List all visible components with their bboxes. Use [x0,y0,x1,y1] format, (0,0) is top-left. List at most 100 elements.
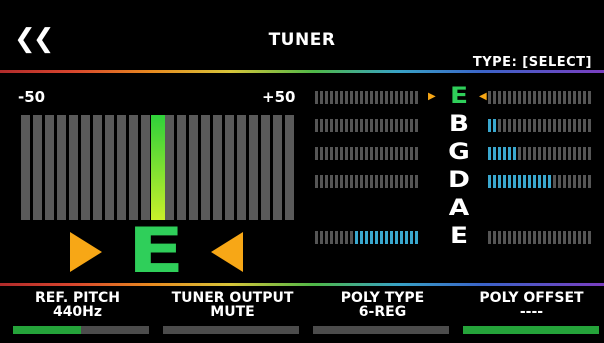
meter-segment [261,115,270,220]
string-level-bar [538,175,541,188]
string-level-bar [513,147,516,160]
string-bar [578,91,581,104]
meter-segment [285,115,294,220]
string-bar [390,175,393,188]
string-level-bar [390,231,393,244]
string-bar [523,91,526,104]
string-bar [365,147,368,160]
string-bar [325,147,328,160]
string-bar [415,91,418,104]
string-bar [320,147,323,160]
string-bar [350,231,353,244]
string-bar [488,91,491,104]
string-bar [380,119,383,132]
string-level-bar [405,231,408,244]
string-bar [375,91,378,104]
string-level-bar [498,175,501,188]
string-bar [340,231,343,244]
meter-segment [93,115,102,220]
string-bar [568,231,571,244]
string-bar [578,119,581,132]
string-note: E [449,84,469,109]
string-bar [498,119,501,132]
string-bar [553,175,556,188]
string-bar [325,231,328,244]
string-bar [370,119,373,132]
meter-segment [189,115,198,220]
string-level-bar [365,231,368,244]
string-bar [553,147,556,160]
string-bar [355,175,358,188]
string-bar [360,91,363,104]
string-bar [355,91,358,104]
string-bar [548,231,551,244]
string-bar [508,91,511,104]
param-tuner-output[interactable]: TUNER OUTPUT MUTE [157,291,308,319]
meter-segment [129,115,138,220]
param-poly-offset[interactable]: POLY OFFSET ---- [456,291,604,319]
string-bar [335,175,338,188]
string-bar [360,147,363,160]
string-bar [538,231,541,244]
string-bar [543,119,546,132]
string-bar [553,119,556,132]
string-bar [355,147,358,160]
string-bar [395,91,398,104]
meter-segment [237,115,246,220]
string-bar [518,231,521,244]
param-poly-type[interactable]: POLY TYPE 6-REG [307,291,458,319]
string-bar [315,119,318,132]
string-level-bar [503,147,506,160]
string-bar [385,119,388,132]
string-bar [523,119,526,132]
string-bar [558,119,561,132]
string-bar [543,147,546,160]
string-bar [563,231,566,244]
string-level-bar [488,119,491,132]
string-bar [390,91,393,104]
param-ref-pitch[interactable]: REF. PITCH 440Hz [2,291,153,319]
string-level-bar [488,147,491,160]
string-bar [563,119,566,132]
string-bar [543,91,546,104]
string-bar [533,119,536,132]
param-label: REF. PITCH [34,290,121,306]
string-bar [568,175,571,188]
string-note: D [448,168,470,193]
string-bar [330,91,333,104]
string-bar [365,175,368,188]
string-bar [380,175,383,188]
string-level-bar [543,175,546,188]
string-bar [350,119,353,132]
string-bar [533,91,536,104]
string-bar [345,91,348,104]
string-bar [400,147,403,160]
string-bar [365,119,368,132]
string-level-bar [410,231,413,244]
string-bar [573,175,576,188]
param-tuner-output-bar [163,326,299,334]
string-bar [493,231,496,244]
string-bar [488,231,491,244]
string-level-bar [493,147,496,160]
meter-segment [33,115,42,220]
string-bar [370,91,373,104]
string-flat-marker-icon: ▶ [428,91,436,102]
string-bar [380,147,383,160]
string-bar [330,175,333,188]
string-bar [330,231,333,244]
string-level-bar [400,231,403,244]
type-select-label[interactable]: TYPE: [SELECT] [473,55,592,70]
string-bar [518,91,521,104]
string-level-bar [385,231,388,244]
string-bar [395,175,398,188]
string-bar [518,119,521,132]
string-bar [375,119,378,132]
string-bar [568,119,571,132]
string-bar [553,91,556,104]
string-bar [588,91,591,104]
string-level-bar [498,147,501,160]
string-bar [548,119,551,132]
meter-segment [141,115,150,220]
string-bar [330,119,333,132]
